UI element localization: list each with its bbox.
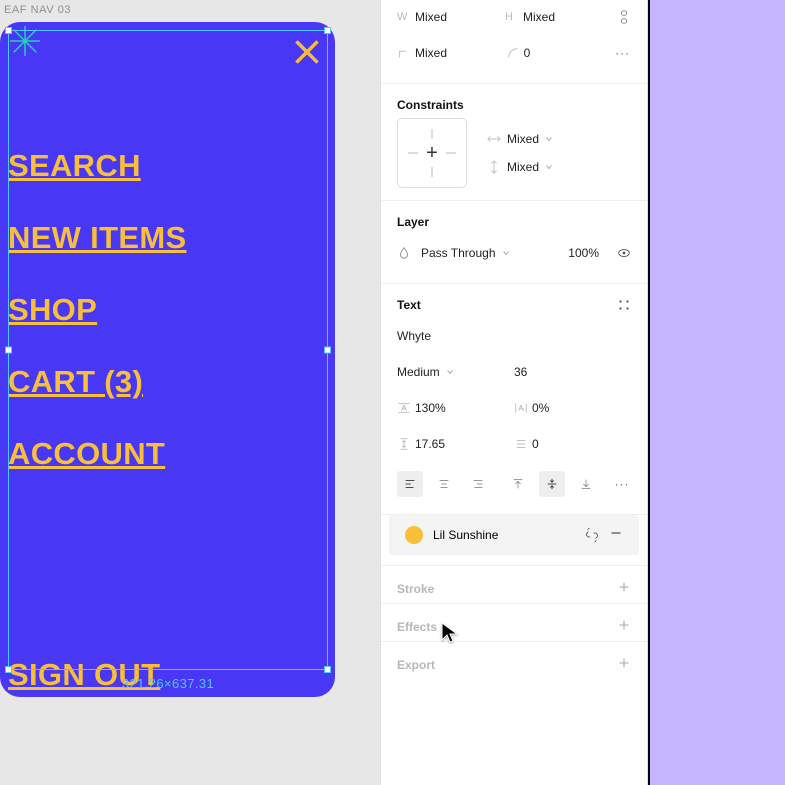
canvas[interactable]: EAF NAV 03 SEARCH NEW ITEMS SHOP CART (3… bbox=[0, 0, 380, 785]
line-height-icon bbox=[397, 401, 415, 415]
blend-mode-icon bbox=[397, 246, 411, 260]
add-stroke-icon[interactable] bbox=[617, 580, 631, 597]
height-label: H bbox=[505, 11, 523, 23]
constraints-title: Constraints bbox=[381, 84, 647, 118]
blend-mode-select[interactable]: Pass Through bbox=[421, 246, 558, 260]
rotation-value[interactable]: Mixed bbox=[415, 46, 506, 60]
opacity-value[interactable]: 100% bbox=[568, 246, 599, 260]
resize-handle-r[interactable] bbox=[324, 347, 331, 354]
detach-style-icon[interactable] bbox=[585, 528, 599, 542]
constraint-horizontal-select[interactable]: Mixed bbox=[487, 132, 553, 146]
constraints-widget[interactable]: + bbox=[397, 118, 467, 188]
text-align-right-button[interactable] bbox=[465, 471, 491, 497]
stroke-title: Stroke bbox=[397, 582, 434, 596]
constrain-proportions-icon[interactable] bbox=[617, 10, 631, 24]
text-valign-top-button[interactable] bbox=[505, 471, 531, 497]
resize-handle-l[interactable] bbox=[5, 347, 12, 354]
resize-handle-bl[interactable] bbox=[5, 666, 12, 673]
canvas-frame[interactable]: SEARCH NEW ITEMS SHOP CART (3) ACCOUNT S… bbox=[0, 22, 335, 697]
constraint-vertical-select[interactable]: Mixed bbox=[487, 160, 553, 174]
paragraph-spacing-input[interactable]: 17.65 bbox=[415, 437, 514, 451]
font-weight-value: Medium bbox=[397, 365, 440, 379]
corner-radius-value[interactable]: 0 bbox=[524, 46, 615, 60]
frame-label: EAF NAV 03 bbox=[4, 4, 71, 16]
export-title: Export bbox=[397, 658, 435, 672]
font-size-input[interactable]: 36 bbox=[514, 365, 527, 379]
resize-handle-tr[interactable] bbox=[324, 27, 331, 34]
selection-outline[interactable]: 321.26×637.31 bbox=[8, 30, 328, 670]
text-section-title: Text bbox=[397, 298, 421, 312]
text-align-center-button[interactable] bbox=[431, 471, 457, 497]
paragraph-spacing-icon bbox=[397, 437, 415, 451]
font-weight-select[interactable]: Medium bbox=[397, 365, 514, 379]
text-more-icon[interactable]: ··· bbox=[613, 477, 631, 491]
fill-swatch-icon[interactable] bbox=[405, 526, 423, 544]
inspector-panel: W Mixed H Mixed Mixed bbox=[380, 0, 648, 785]
add-export-icon[interactable] bbox=[617, 656, 631, 673]
height-value[interactable]: Mixed bbox=[523, 10, 613, 24]
font-family-select[interactable]: Whyte bbox=[397, 329, 631, 343]
text-valign-bottom-button[interactable] bbox=[573, 471, 599, 497]
corner-radius-icon bbox=[506, 46, 524, 60]
fill-style-name: Lil Sunshine bbox=[433, 528, 498, 542]
rotate-icon bbox=[397, 46, 415, 60]
effects-title: Effects bbox=[397, 620, 437, 634]
letter-spacing-input[interactable]: 0% bbox=[532, 401, 631, 415]
layer-title: Layer bbox=[381, 201, 647, 235]
visibility-icon[interactable] bbox=[617, 246, 631, 260]
selection-dimensions: 321.26×637.31 bbox=[122, 676, 214, 691]
list-spacing-input[interactable]: 0 bbox=[532, 437, 631, 451]
blend-mode-value: Pass Through bbox=[421, 246, 496, 260]
constraint-v-value: Mixed bbox=[507, 160, 539, 174]
resize-handle-tl[interactable] bbox=[5, 27, 12, 34]
right-strip bbox=[648, 0, 785, 785]
resize-handle-br[interactable] bbox=[324, 666, 331, 673]
width-label: W bbox=[397, 11, 415, 23]
width-value[interactable]: Mixed bbox=[415, 10, 505, 24]
remove-fill-icon[interactable] bbox=[609, 526, 623, 545]
text-align-left-button[interactable] bbox=[397, 471, 423, 497]
add-effects-icon[interactable] bbox=[617, 618, 631, 635]
list-spacing-icon bbox=[514, 437, 532, 451]
mouse-cursor-icon bbox=[440, 622, 460, 644]
fill-style-row[interactable]: Lil Sunshine bbox=[389, 515, 639, 555]
more-options-icon[interactable]: ··· bbox=[614, 46, 631, 60]
text-style-icon[interactable] bbox=[617, 298, 631, 312]
constraint-h-value: Mixed bbox=[507, 132, 539, 146]
text-valign-middle-button[interactable] bbox=[539, 471, 565, 497]
line-height-input[interactable]: 130% bbox=[415, 401, 514, 415]
letter-spacing-icon bbox=[514, 401, 532, 415]
